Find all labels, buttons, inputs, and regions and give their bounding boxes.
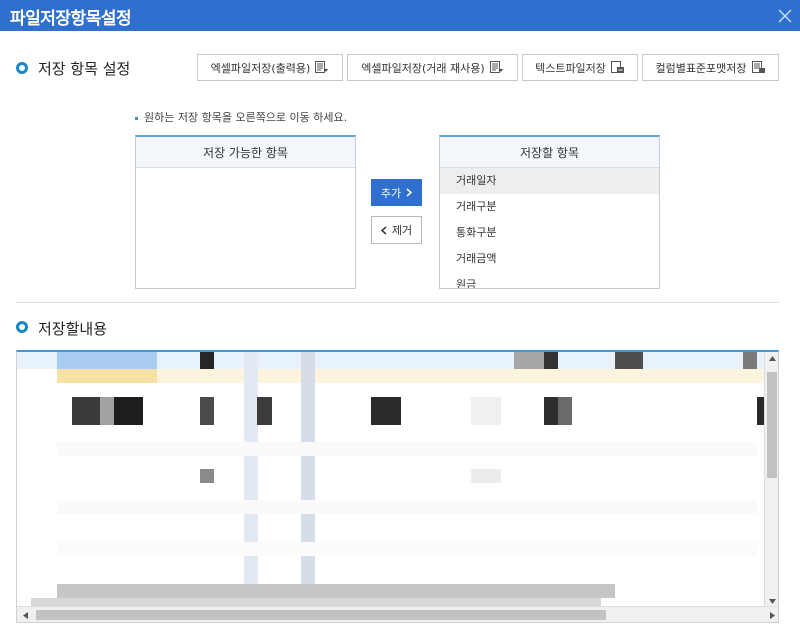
column-format-save-label: 컬럼별표준포맷저장 (655, 61, 747, 75)
list-item[interactable]: 거래일자 (440, 168, 659, 194)
text-file-save-label: 텍스트파일저장 (535, 61, 606, 75)
grid-cell (200, 469, 214, 483)
list-item[interactable]: 통화구분 (440, 220, 659, 246)
grid-header-cell (57, 352, 157, 369)
text-file-icon (610, 61, 624, 73)
vertical-scrollbar[interactable] (764, 352, 778, 607)
excel-save-print-label: 엑셀파일저장(출력용) (210, 61, 311, 75)
selected-items-header: 저장할 항목 (440, 137, 659, 168)
section-bullet-icon (16, 321, 28, 333)
list-item[interactable]: 원금 (440, 272, 659, 288)
bullet-icon (135, 116, 138, 120)
text-file-save-button[interactable]: 텍스트파일저장 (522, 54, 638, 81)
close-button[interactable] (769, 0, 800, 31)
scroll-left-arrow-icon[interactable] (17, 607, 33, 622)
grid-header-cell (615, 352, 643, 369)
available-items-list[interactable]: 저장 가능한 항목 (135, 135, 356, 289)
guide-text-label: 원하는 저장 항목을 오른쪽으로 이동 하세요. (144, 111, 348, 124)
excel-file-icon (489, 61, 503, 73)
grid-header-cell (544, 352, 558, 369)
grid-cell (100, 397, 114, 425)
grid-cell (257, 397, 272, 425)
window-title: 파일저장항목설정 (10, 9, 132, 29)
grid-row (57, 542, 757, 556)
section-bullet-icon (16, 62, 28, 74)
column-format-save-button[interactable]: 컬럼별표준포맷저장 (642, 54, 779, 81)
grid-header-cell (200, 352, 214, 369)
grid-cell (471, 469, 501, 483)
preview-grid[interactable] (16, 350, 779, 623)
scroll-up-arrow-icon[interactable] (765, 352, 778, 364)
chevron-left-icon (380, 225, 387, 235)
grid-header-cell (743, 352, 757, 369)
grid-row (57, 584, 615, 598)
excel-save-reuse-button[interactable]: 엑셀파일저장(거래 재사용) (347, 54, 518, 81)
remove-button[interactable]: 제거 (371, 216, 422, 244)
section-divider (16, 302, 780, 303)
grid-cell (114, 397, 143, 425)
grid-row (57, 500, 757, 514)
grid-selected-cell (57, 369, 157, 383)
list-item[interactable]: 거래금액 (440, 246, 659, 272)
add-button-label: 추가 (380, 186, 402, 200)
grid-row (57, 442, 757, 456)
grid-cell (544, 397, 558, 425)
scroll-right-arrow-icon[interactable] (764, 607, 778, 622)
selected-items: 거래일자 거래구분 통화구분 거래금액 원금 (440, 168, 659, 288)
excel-save-reuse-label: 엑셀파일저장(거래 재사용) (361, 61, 485, 75)
guide-text: 원하는 저장 항목을 오른쪽으로 이동 하세요. (135, 109, 347, 125)
grid-row (31, 598, 601, 606)
horizontal-scroll-thumb[interactable] (36, 610, 606, 620)
title-bar: 파일저장항목설정 (0, 0, 800, 31)
grid-cell (558, 397, 572, 425)
excel-file-icon (315, 61, 329, 73)
remove-button-label: 제거 (391, 224, 413, 237)
grid-cell (371, 397, 401, 425)
list-item[interactable]: 거래구분 (440, 194, 659, 220)
chevron-right-icon (406, 188, 413, 197)
grid-cell (72, 397, 100, 425)
content-section-title: 저장할내용 (38, 320, 108, 338)
document-icon (751, 61, 765, 73)
grid-header-cell (514, 352, 544, 369)
grid-cell (471, 397, 501, 425)
excel-save-print-button[interactable]: 엑셀파일저장(출력용) (197, 54, 343, 81)
available-items-header: 저장 가능한 항목 (136, 137, 355, 168)
close-icon (778, 9, 791, 22)
settings-section-title: 저장 항목 설정 (38, 60, 131, 78)
grid-cell (200, 397, 214, 425)
add-button[interactable]: 추가 (371, 179, 422, 206)
selected-items-list[interactable]: 저장할 항목 거래일자 거래구분 통화구분 거래금액 원금 (439, 135, 660, 289)
vertical-scroll-thumb[interactable] (767, 372, 777, 478)
horizontal-scrollbar[interactable] (17, 606, 778, 622)
